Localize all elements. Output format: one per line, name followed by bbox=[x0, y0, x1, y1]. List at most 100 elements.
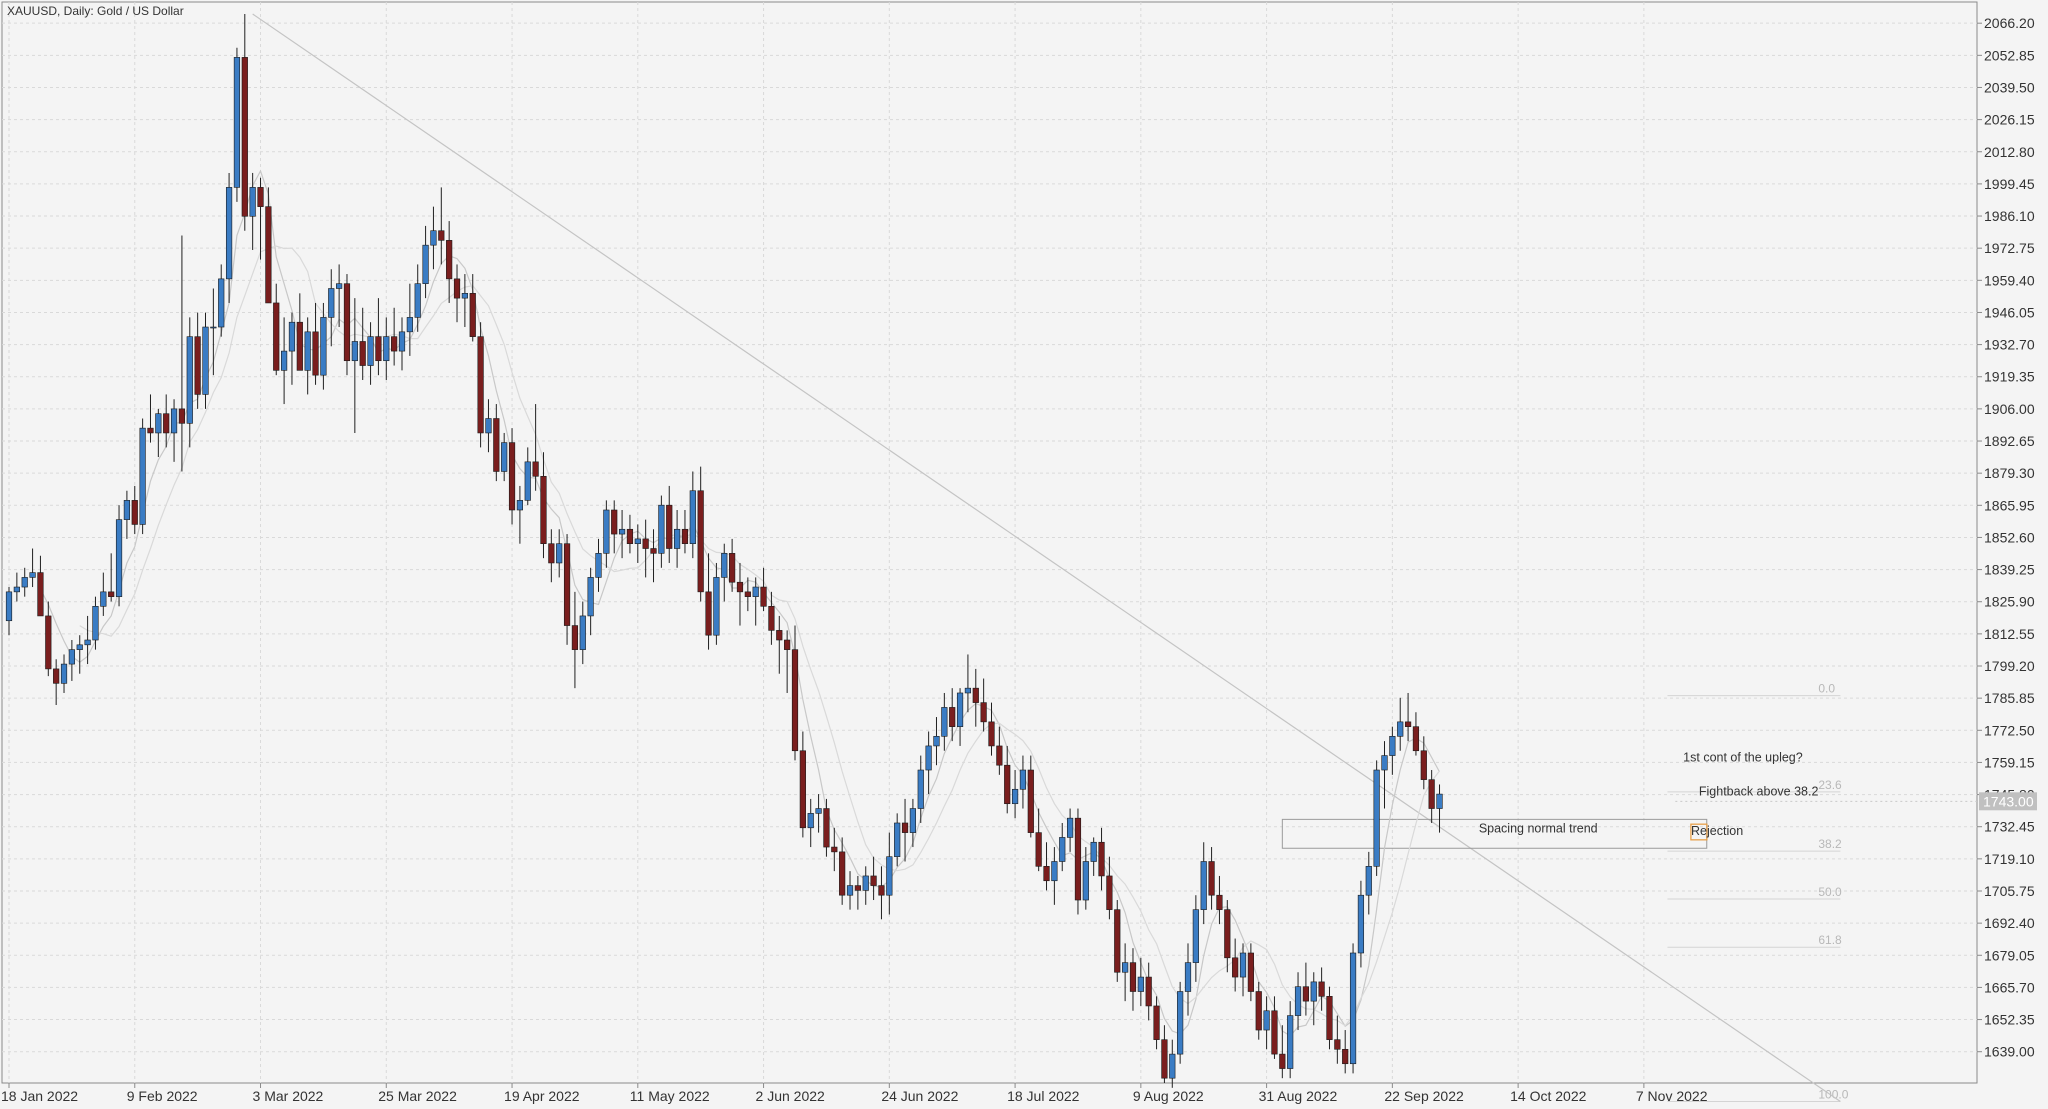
candle-body bbox=[1294, 986, 1302, 1016]
candle-body bbox=[1122, 962, 1129, 973]
x-tick-label: 14 Oct 2022 bbox=[1510, 1088, 1586, 1104]
candle-body bbox=[414, 283, 421, 318]
x-tick-label: 25 Mar 2022 bbox=[378, 1088, 457, 1104]
fib-level-label: 50.0 bbox=[1818, 885, 1842, 899]
x-tick-label: 7 Nov 2022 bbox=[1636, 1088, 1708, 1104]
candle-body bbox=[1067, 817, 1074, 838]
candle-body bbox=[296, 321, 303, 371]
x-tick-label: 9 Feb 2022 bbox=[127, 1088, 198, 1104]
candle-body bbox=[1153, 1005, 1160, 1040]
candle-body bbox=[233, 57, 241, 188]
candle-body bbox=[752, 586, 759, 597]
annotation-label: Fightback above 38.2 bbox=[1699, 784, 1819, 798]
candle-body bbox=[579, 615, 586, 650]
candle-body bbox=[422, 244, 429, 284]
candle-body bbox=[398, 331, 406, 352]
candle-body bbox=[729, 553, 736, 583]
candle-body bbox=[909, 808, 916, 833]
y-tick-label: 1852.60 bbox=[1984, 529, 2035, 545]
candle-body bbox=[45, 615, 52, 670]
y-tick-label: 1812.55 bbox=[1984, 626, 2035, 642]
candle-body bbox=[1169, 1053, 1176, 1079]
candle-body bbox=[540, 475, 547, 545]
candle bbox=[233, 47, 241, 202]
candle-body bbox=[1389, 736, 1396, 756]
candle-body bbox=[642, 538, 649, 549]
candle-body bbox=[516, 500, 523, 511]
candle-body bbox=[673, 528, 681, 549]
candle-body bbox=[556, 543, 563, 564]
candle-body bbox=[548, 543, 555, 564]
candle-body bbox=[1436, 793, 1443, 809]
candle-body bbox=[956, 692, 964, 727]
candle-body bbox=[925, 745, 932, 771]
candle-body bbox=[1004, 764, 1011, 805]
x-tick-label: 18 Jul 2022 bbox=[1007, 1088, 1080, 1104]
candle-body bbox=[29, 572, 36, 578]
y-tick-label: 1799.20 bbox=[1984, 658, 2035, 674]
candle-body bbox=[115, 519, 123, 597]
candle bbox=[508, 428, 516, 525]
candle-body bbox=[1137, 976, 1144, 992]
y-tick-label: 2026.15 bbox=[1984, 112, 2035, 128]
candle-body bbox=[1224, 909, 1231, 959]
candle-body bbox=[1412, 726, 1420, 752]
x-tick-label: 9 Aug 2022 bbox=[1133, 1088, 1204, 1104]
candle-body bbox=[799, 750, 806, 829]
candle-body bbox=[76, 644, 83, 650]
candle-body bbox=[587, 577, 594, 617]
candle-body bbox=[312, 331, 319, 376]
candle-body bbox=[485, 418, 492, 434]
candle-body bbox=[1365, 866, 1372, 896]
candle-body bbox=[1098, 841, 1105, 877]
candle-body bbox=[1334, 1039, 1341, 1050]
y-tick-label: 1705.75 bbox=[1984, 883, 2035, 899]
candle-body bbox=[618, 528, 626, 535]
y-tick-label: 1906.00 bbox=[1984, 401, 2035, 417]
candle-body bbox=[705, 591, 712, 636]
candle-body bbox=[1232, 957, 1239, 978]
candle-body bbox=[1428, 779, 1435, 809]
candle-body bbox=[1035, 832, 1042, 867]
y-tick-label: 1652.35 bbox=[1984, 1012, 2035, 1028]
candle-body bbox=[100, 591, 107, 607]
candle-body bbox=[469, 293, 476, 337]
candle-body bbox=[681, 528, 689, 545]
candle-body bbox=[1404, 721, 1412, 727]
candle-body bbox=[430, 230, 437, 246]
candle-body bbox=[862, 875, 869, 891]
candle-body bbox=[831, 846, 838, 853]
candle-body bbox=[265, 206, 272, 304]
candle-body bbox=[367, 336, 374, 366]
candle-body bbox=[186, 336, 193, 424]
price-chart[interactable]: 0.023.638.250.061.8100.0 1st cont of the… bbox=[0, 0, 2048, 1109]
candle-body bbox=[666, 504, 673, 549]
candle-body bbox=[697, 490, 704, 593]
candle-body bbox=[1019, 769, 1027, 790]
candle-body bbox=[626, 528, 634, 545]
y-tick-label: 1732.45 bbox=[1984, 819, 2035, 835]
y-tick-label: 1679.05 bbox=[1984, 947, 2035, 963]
candle-body bbox=[249, 187, 256, 217]
candle-body bbox=[131, 500, 138, 525]
candle-body bbox=[1349, 952, 1357, 1065]
candle-body bbox=[1051, 861, 1058, 882]
candle-body bbox=[1342, 1048, 1349, 1065]
candle-body bbox=[1357, 894, 1365, 954]
candle-body bbox=[1043, 866, 1050, 882]
chart-title: XAUUSD, Daily: Gold / US Dollar bbox=[7, 4, 184, 18]
x-tick-label: 2 Jun 2022 bbox=[756, 1088, 825, 1104]
candle-body bbox=[524, 461, 531, 501]
candle-body bbox=[713, 577, 720, 636]
candle-body bbox=[1059, 837, 1066, 862]
candle-body bbox=[595, 553, 602, 578]
candle bbox=[1349, 943, 1357, 1074]
candle-body bbox=[807, 813, 814, 829]
candle bbox=[1177, 981, 1184, 1064]
candle-body bbox=[37, 572, 44, 617]
y-tick-label: 2052.85 bbox=[1984, 47, 2035, 63]
candle-body bbox=[1216, 894, 1223, 910]
candle-body bbox=[257, 187, 264, 207]
annotation-label: 1st cont of the upleg? bbox=[1683, 751, 1803, 765]
candle-body bbox=[1161, 1039, 1168, 1079]
